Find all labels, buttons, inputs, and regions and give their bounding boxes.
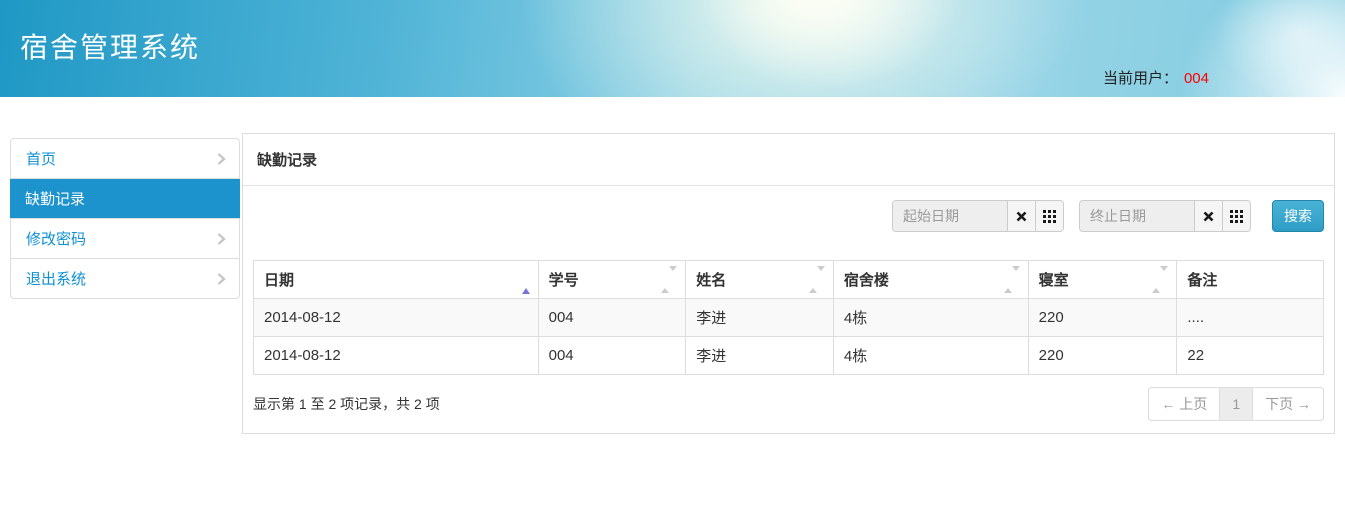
sidebar-menu: 首页 缺勤记录 修改密码 退出系统: [10, 138, 240, 299]
next-page-button[interactable]: 下页 →: [1252, 387, 1324, 421]
records-info: 显示第 1 至 2 项记录，共 2 项: [253, 394, 440, 414]
current-user-label: 当前用户：: [1103, 70, 1178, 87]
column-header-date[interactable]: 日期: [254, 261, 539, 299]
sidebar-item-label: 修改密码: [26, 231, 86, 248]
pagination: ← 上页 1 下页 →: [1148, 387, 1324, 421]
sidebar-item-label: 缺勤记录: [25, 191, 85, 208]
table-footer: 显示第 1 至 2 项记录，共 2 项 ← 上页 1 下页 →: [253, 387, 1324, 421]
calendar-icon[interactable]: [1035, 201, 1063, 231]
sidebar-item-label: 首页: [26, 151, 56, 168]
chevron-right-icon: [217, 272, 226, 285]
cell-date: 2014-08-12: [254, 299, 539, 337]
cell-name: 李进: [686, 337, 834, 375]
cell-room: 220: [1028, 337, 1177, 375]
cell-room: 220: [1028, 299, 1177, 337]
end-date-input[interactable]: [1080, 201, 1194, 231]
cell-remark: ....: [1177, 299, 1324, 337]
panel-body: 搜索 日期 学号: [243, 186, 1334, 433]
start-date-input[interactable]: [893, 201, 1007, 231]
current-page-button[interactable]: 1: [1219, 387, 1253, 421]
clear-icon[interactable]: [1007, 201, 1035, 231]
panel-title: 缺勤记录: [243, 134, 1334, 186]
search-button[interactable]: 搜索: [1272, 200, 1324, 232]
app-title: 宿舍管理系统: [20, 26, 200, 66]
current-user-value: 004: [1184, 70, 1209, 87]
clear-icon[interactable]: [1194, 201, 1222, 231]
column-header-remark[interactable]: 备注: [1177, 261, 1324, 299]
absence-records-panel: 缺勤记录: [242, 133, 1335, 434]
chevron-right-icon: [217, 232, 226, 245]
chevron-right-icon: [217, 152, 226, 165]
app-header: 宿舍管理系统 当前用户： 004: [0, 0, 1345, 97]
prev-page-button[interactable]: ← 上页: [1148, 387, 1220, 421]
cell-student-id: 004: [538, 299, 686, 337]
cell-building: 4栋: [833, 299, 1028, 337]
sidebar-item-home[interactable]: 首页: [11, 139, 239, 179]
column-header-room[interactable]: 寝室: [1028, 261, 1177, 299]
sidebar-item-logout[interactable]: 退出系统: [11, 259, 239, 298]
column-header-building[interactable]: 宿舍楼: [833, 261, 1028, 299]
absence-records-table: 日期 学号 姓名 宿舍楼: [253, 260, 1324, 375]
cell-student-id: 004: [538, 337, 686, 375]
cell-remark: 22: [1177, 337, 1324, 375]
column-header-name[interactable]: 姓名: [686, 261, 834, 299]
search-toolbar: 搜索: [253, 200, 1324, 232]
table-row: 2014-08-12 004 李进 4栋 220 22: [254, 337, 1324, 375]
table-header-row: 日期 学号 姓名 宿舍楼: [254, 261, 1324, 299]
cell-building: 4栋: [833, 337, 1028, 375]
content-area: 首页 缺勤记录 修改密码 退出系统 缺勤记录: [0, 133, 1345, 434]
column-header-student-id[interactable]: 学号: [538, 261, 686, 299]
start-date-group: [892, 200, 1064, 232]
cell-date: 2014-08-12: [254, 337, 539, 375]
current-user: 当前用户： 004: [1103, 67, 1209, 88]
cell-name: 李进: [686, 299, 834, 337]
table-row: 2014-08-12 004 李进 4栋 220 ....: [254, 299, 1324, 337]
sidebar-item-absence-records[interactable]: 缺勤记录: [10, 179, 240, 219]
calendar-icon[interactable]: [1222, 201, 1250, 231]
sidebar-item-change-password[interactable]: 修改密码: [11, 219, 239, 259]
end-date-group: [1079, 200, 1251, 232]
sidebar-item-label: 退出系统: [26, 271, 86, 288]
